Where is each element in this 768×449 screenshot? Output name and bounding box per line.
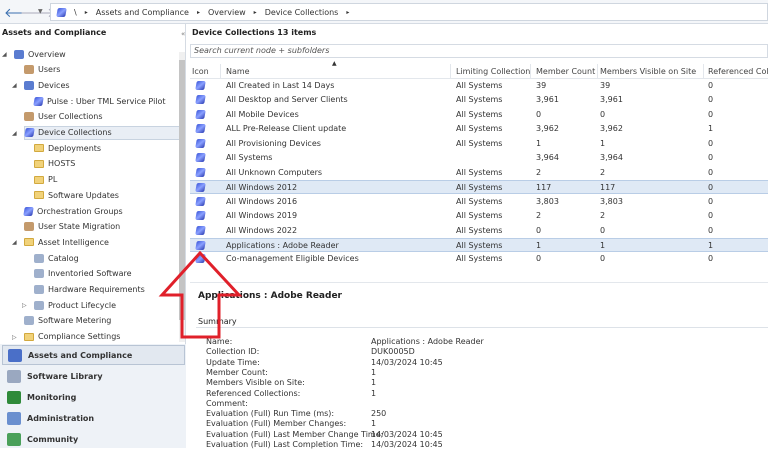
red-arrow-annotation xyxy=(158,250,243,339)
arrow-shape xyxy=(158,250,243,339)
